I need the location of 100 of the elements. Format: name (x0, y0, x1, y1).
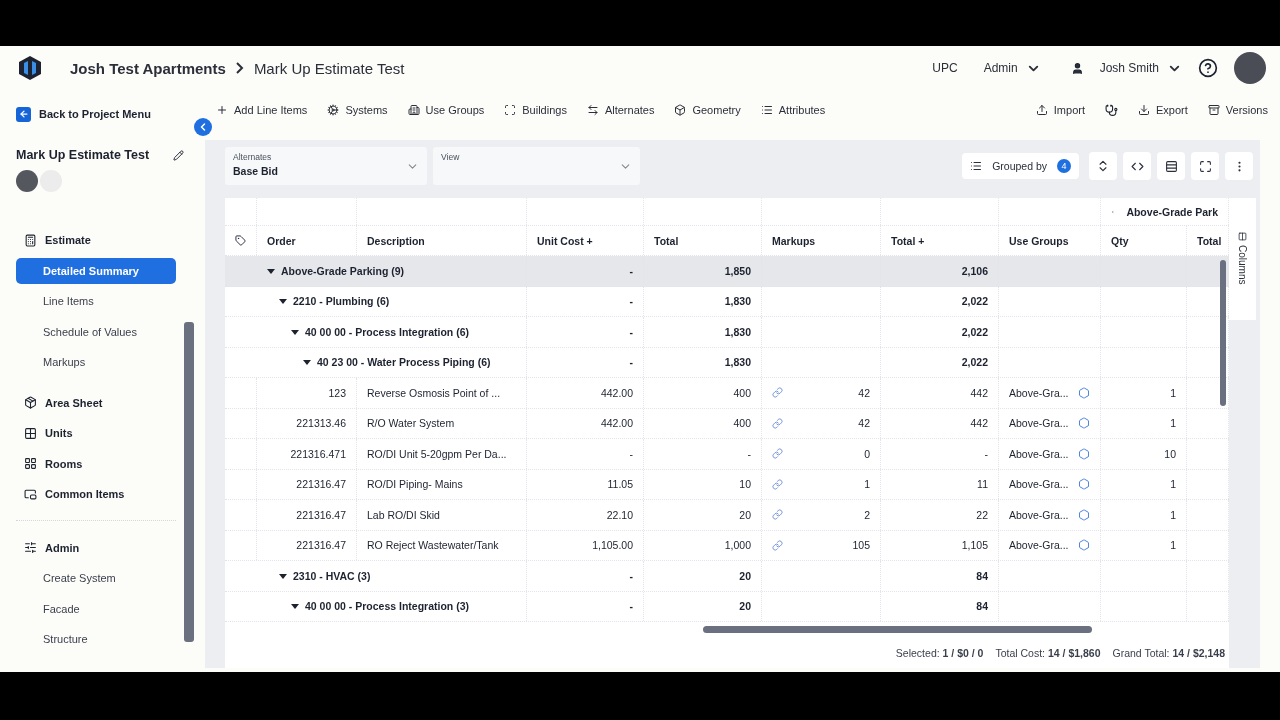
link-icon[interactable] (772, 448, 783, 460)
hexagon-icon[interactable] (1078, 447, 1090, 460)
nav-item[interactable]: Common Items (16, 479, 176, 510)
toolbar-button[interactable]: Versions (1207, 104, 1268, 116)
gear-icon[interactable] (327, 104, 340, 116)
role-dropdown[interactable]: Admin (977, 60, 1047, 76)
cube-icon[interactable] (674, 104, 687, 116)
table-row[interactable]: 123 Reverse Osmosis Point of ... 442.00 400 42 442 Above-Gra... 1 (225, 378, 1229, 409)
table-row[interactable]: 221316.47 RO Reject Wastewater/Tank 1,105.00 1,000 105 1,105 Above-Gra... 1 (225, 530, 1229, 561)
nav-item[interactable]: Schedule of Values (16, 318, 176, 345)
column-header[interactable]: Use Groups (1009, 234, 1069, 247)
toolbar-button[interactable]: Use Groups (407, 104, 485, 116)
table-row[interactable]: 221313.46 R/O Water System 442.00 400 42 442 Above-Gra... 1 (225, 408, 1229, 439)
nav-item[interactable]: Create System (16, 565, 176, 591)
download-icon[interactable] (1138, 104, 1150, 116)
back-link[interactable]: Back to Project Menu (16, 104, 184, 124)
caret-icon[interactable] (303, 358, 311, 367)
calculator-icon[interactable] (24, 233, 37, 247)
nav-item[interactable]: Facade (16, 595, 176, 622)
table-row[interactable]: 221316.471 RO/DI Unit 5-20gpm Per Da... - - 0 - Above-Gra... 10 (225, 439, 1229, 470)
link-icon[interactable] (772, 509, 783, 521)
fullscreen-button[interactable] (1191, 152, 1219, 180)
fullscreen-icon[interactable] (1198, 159, 1212, 173)
select-field[interactable]: Alternates Base Bid (225, 147, 427, 185)
building-icon[interactable] (407, 104, 420, 116)
nav-item[interactable]: Admin (16, 532, 176, 563)
hexagon-icon[interactable] (1078, 417, 1090, 430)
columns-tab[interactable]: Columns (1229, 198, 1256, 320)
arrows-icon[interactable] (586, 104, 599, 116)
column-header[interactable]: Qty (1111, 234, 1129, 247)
toolbar-button[interactable]: Export (1138, 104, 1188, 116)
table-row[interactable]: 40 00 00 - Process Integration (6) - 1,830 2,022 (225, 317, 1229, 348)
select-field[interactable]: View (433, 147, 640, 185)
columns-icon[interactable] (1238, 232, 1247, 241)
nav-item[interactable]: Area Sheet (16, 387, 176, 418)
rows-button[interactable] (1157, 152, 1185, 180)
hexagon-icon[interactable] (1078, 386, 1090, 399)
code-button[interactable] (1123, 152, 1151, 180)
toolbar-button[interactable]: Geometry (674, 104, 741, 116)
nav-item[interactable]: Estimate (16, 225, 176, 256)
toolbar-button[interactable]: Systems (327, 104, 388, 116)
grouped-by-button[interactable]: Grouped by 4 (962, 153, 1079, 179)
expand-collapse-button[interactable] (1089, 152, 1117, 180)
upload-icon[interactable] (1035, 104, 1048, 116)
table-row[interactable]: 221316.47 RO/DI Piping- Mains 11.05 10 1 11 Above-Gra... 1 (225, 469, 1229, 500)
list-icon[interactable] (760, 104, 773, 116)
caret-icon[interactable] (291, 327, 299, 336)
column-header[interactable]: Markups (772, 234, 816, 247)
table-row[interactable]: 2210 - Plumbing (6) - 1,830 2,022 (225, 286, 1229, 317)
hexagon-icon[interactable] (1078, 539, 1090, 552)
table-row[interactable]: 40 23 00 - Water Process Piping (6) - 1,830 2,022 (225, 347, 1229, 378)
breadcrumb-link[interactable]: Josh Test Apartments (70, 59, 226, 77)
column-header[interactable]: Total (1197, 234, 1222, 247)
nav-item[interactable]: Line Items (16, 288, 176, 314)
link-icon[interactable] (772, 478, 783, 490)
window-icon[interactable] (24, 487, 37, 501)
table-row[interactable]: 40 00 00 - Process Integration (3) - 20 84 (225, 591, 1229, 622)
list-icon[interactable] (970, 160, 983, 172)
grid-icon[interactable] (24, 457, 37, 471)
sliders-icon[interactable] (24, 541, 37, 555)
nav-item[interactable]: Rooms (16, 448, 176, 479)
toolbar-button[interactable]: Buildings (504, 104, 567, 116)
link-icon[interactable] (772, 539, 783, 551)
nav-item[interactable]: Units (16, 418, 176, 449)
toolbar-button[interactable]: Attributes (760, 104, 826, 116)
user-dropdown[interactable]: Josh Smith (1093, 60, 1188, 76)
link-icon[interactable] (772, 417, 783, 429)
edit-icon[interactable] (173, 149, 184, 161)
rows-icon[interactable] (1164, 159, 1178, 173)
caret-icon[interactable] (279, 297, 287, 306)
toolbar-button[interactable]: Import (1035, 104, 1085, 116)
column-header[interactable]: Total + (891, 234, 925, 247)
frame-icon[interactable] (504, 104, 517, 116)
column-header[interactable]: Total (654, 234, 679, 247)
plus-icon[interactable] (216, 104, 228, 116)
table-row[interactable]: 2310 - HVAC (3) - 20 84 (225, 561, 1229, 592)
column-header[interactable]: Order (267, 234, 296, 247)
table-row[interactable]: 221316.47 Lab RO/DI Skid 22.10 20 2 22 Above-Gra... 1 (225, 500, 1229, 531)
column-header[interactable]: Description (367, 234, 425, 247)
column-header[interactable]: Unit Cost + (537, 234, 593, 247)
scrollbar[interactable] (184, 322, 194, 642)
help-icon[interactable] (1198, 58, 1218, 78)
scrollbar[interactable] (1220, 260, 1226, 406)
stethoscope-icon[interactable] (1105, 103, 1118, 117)
cube-icon[interactable] (24, 396, 37, 410)
hexagon-icon[interactable] (1078, 478, 1090, 491)
archive-icon[interactable] (1207, 104, 1220, 116)
grid-icon[interactable] (24, 426, 37, 440)
caret-icon[interactable] (279, 571, 287, 580)
table-row[interactable]: Above-Grade Parking (9) - 1,850 2,106 (225, 256, 1229, 287)
scrollbar[interactable] (703, 626, 1092, 633)
caret-icon[interactable] (267, 266, 275, 275)
toolbar-button[interactable]: Alternates (586, 104, 655, 116)
nav-item[interactable]: Detailed Summary (16, 257, 176, 284)
toolbar-button[interactable]: Add Line Items (216, 104, 308, 116)
logo-icon[interactable] (18, 55, 42, 81)
avatar[interactable] (1234, 52, 1266, 84)
caret-icon[interactable] (291, 602, 299, 611)
nav-item[interactable]: Structure (16, 626, 176, 652)
hexagon-icon[interactable] (1078, 508, 1090, 521)
